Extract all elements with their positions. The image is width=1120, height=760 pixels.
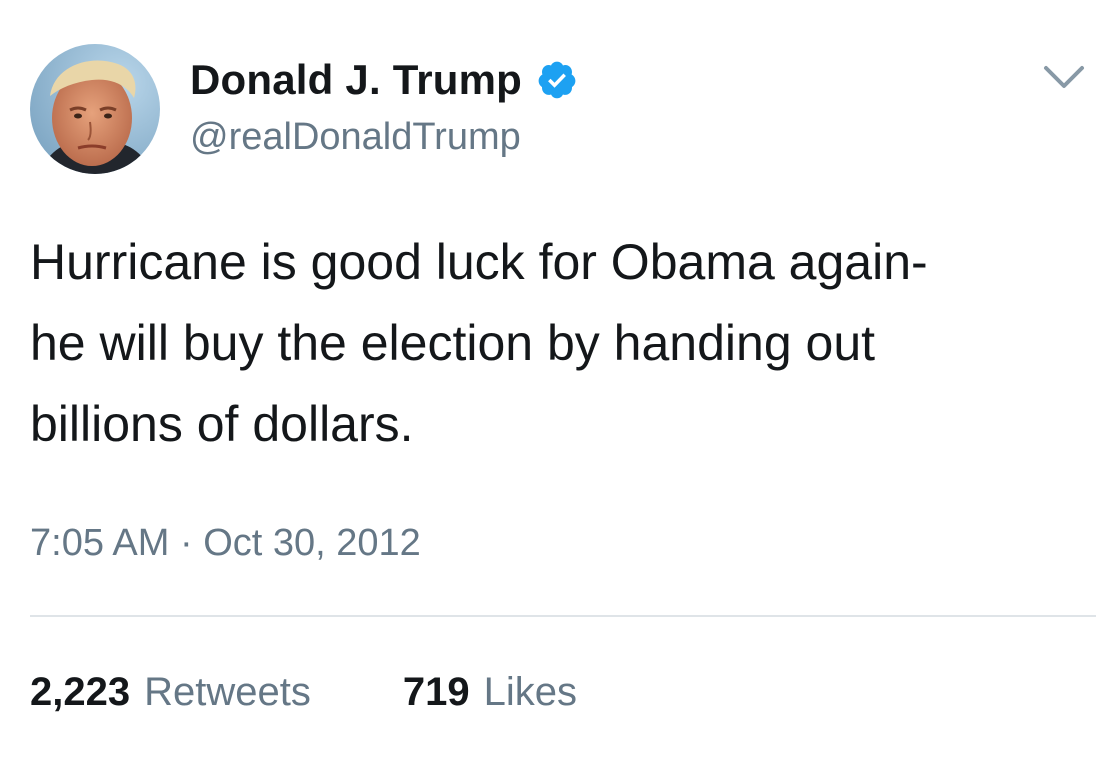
retweets-label: Retweets bbox=[144, 670, 311, 714]
avatar[interactable] bbox=[30, 44, 160, 174]
likes-count: 719 bbox=[402, 670, 470, 714]
author-display-name[interactable]: Donald J. Trump bbox=[190, 52, 522, 108]
avatar-image bbox=[30, 44, 160, 174]
chevron-down-icon[interactable] bbox=[1040, 58, 1088, 94]
divider bbox=[30, 615, 1096, 617]
likes-label: Likes bbox=[483, 670, 577, 714]
retweets-count: 2,223 bbox=[30, 670, 131, 714]
likes-stat[interactable]: 719 Likes bbox=[403, 666, 577, 718]
tweet-stats: 2,223 Retweets 719 Likes bbox=[30, 666, 577, 718]
tweet-author[interactable]: Donald J. Trump @realDonaldTrump bbox=[190, 52, 578, 162]
tweet-text: Hurricane is good luck for Obama again- … bbox=[30, 234, 928, 452]
author-handle[interactable]: @realDonaldTrump bbox=[190, 112, 578, 162]
verified-badge-icon bbox=[536, 59, 578, 101]
author-name-row: Donald J. Trump bbox=[190, 52, 578, 108]
retweets-stat[interactable]: 2,223 Retweets bbox=[30, 666, 311, 718]
tweet-timestamp[interactable]: 7:05 AM · Oct 30, 2012 bbox=[30, 518, 421, 568]
